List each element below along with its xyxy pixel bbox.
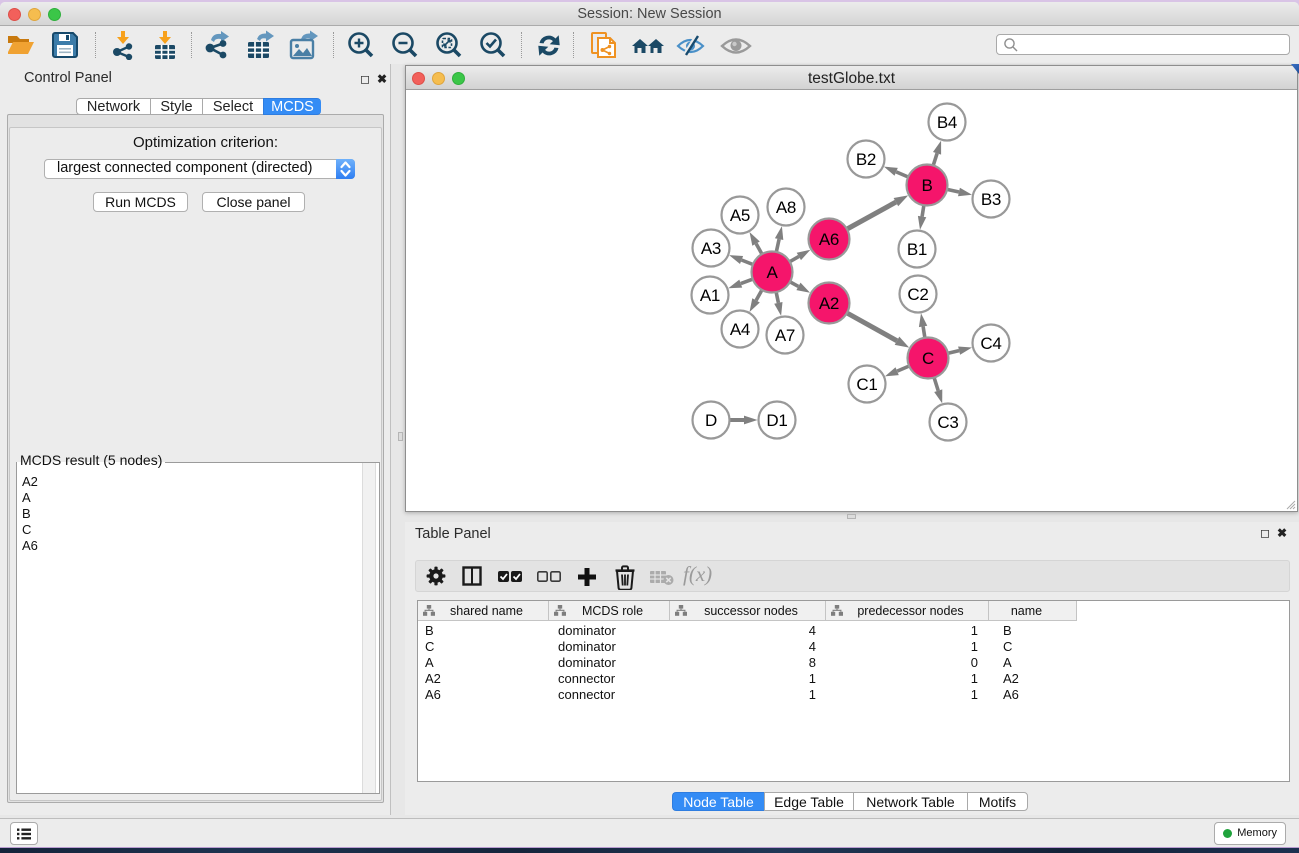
svg-text:A: A	[766, 263, 778, 282]
svg-text:D1: D1	[766, 411, 787, 430]
svg-text:A8: A8	[776, 198, 796, 217]
svg-text:B4: B4	[937, 113, 957, 132]
svg-text:B3: B3	[981, 190, 1001, 209]
svg-text:C4: C4	[980, 334, 1001, 353]
svg-text:A2: A2	[819, 294, 839, 313]
svg-text:A5: A5	[730, 206, 750, 225]
svg-text:B2: B2	[856, 150, 876, 169]
svg-text:C2: C2	[907, 285, 928, 304]
svg-text:A4: A4	[730, 320, 750, 339]
svg-text:C3: C3	[937, 413, 958, 432]
svg-text:A3: A3	[701, 239, 721, 258]
svg-text:C: C	[922, 349, 934, 368]
svg-text:A7: A7	[775, 326, 795, 345]
svg-text:C1: C1	[856, 375, 877, 394]
svg-text:B: B	[921, 176, 932, 195]
svg-text:A1: A1	[700, 286, 720, 305]
svg-text:A6: A6	[819, 230, 839, 249]
svg-text:B1: B1	[907, 240, 927, 259]
svg-text:D: D	[705, 411, 717, 430]
